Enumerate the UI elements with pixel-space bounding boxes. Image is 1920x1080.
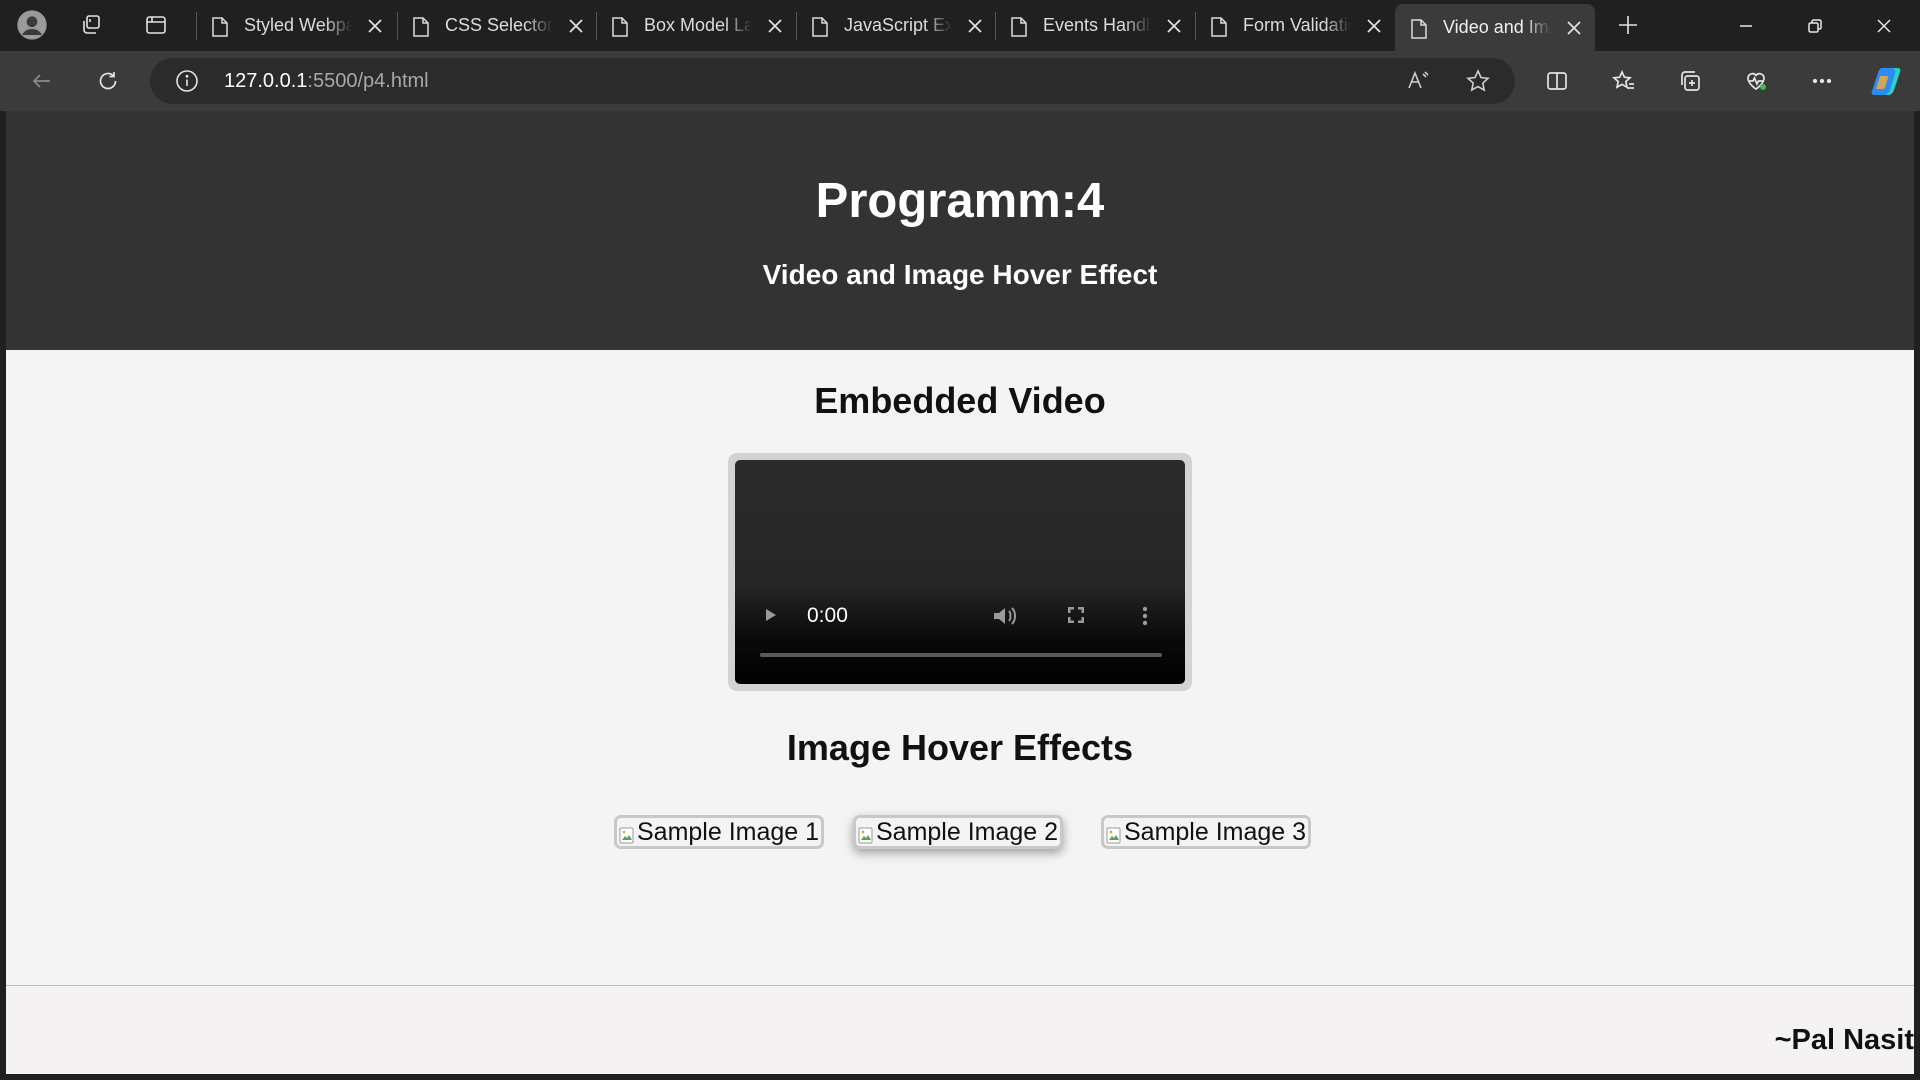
- refresh-icon[interactable]: [91, 64, 125, 98]
- page-subtitle: Video and Image Hover Effect: [762, 259, 1158, 290]
- tab-css-selectors[interactable]: CSS Selectors: [397, 4, 587, 47]
- sample-image-2[interactable]: Sample Image 2: [853, 815, 1064, 849]
- video-section-heading: Embedded Video: [814, 380, 1106, 421]
- new-tab-icon[interactable]: [1612, 9, 1644, 41]
- tab-title: JavaScript Examples: [844, 15, 952, 35]
- image-alt-text: Sample Image 2: [876, 817, 1059, 846]
- close-icon[interactable]: [964, 15, 986, 37]
- workspaces-icon[interactable]: [76, 9, 108, 41]
- image-alt-text: Sample Image 1: [637, 817, 820, 846]
- page-viewport: Programm:4 Video and Image Hover Effect …: [6, 111, 1914, 1074]
- profile-avatar-icon[interactable]: [16, 9, 48, 41]
- close-window-icon[interactable]: [1852, 0, 1916, 51]
- tab-javascript-examples[interactable]: JavaScript Examples: [796, 4, 986, 47]
- page-footer: ~Pal Nasit: [6, 985, 1914, 1074]
- back-icon[interactable]: [25, 64, 59, 98]
- tab-actions-icon[interactable]: [140, 9, 172, 41]
- window-edge: [1914, 111, 1920, 1080]
- close-icon[interactable]: [1163, 15, 1185, 37]
- page-icon: [1409, 18, 1429, 39]
- page-icon: [810, 16, 830, 37]
- tab-title: Box Model Layout: [644, 15, 752, 35]
- tab-styled-webpage[interactable]: Styled Webpage: [196, 4, 386, 47]
- volume-icon[interactable]: [991, 604, 1019, 628]
- tab-video-and-image[interactable]: Video and Image: [1395, 4, 1595, 51]
- page-icon: [210, 16, 230, 37]
- tab-bar: Styled Webpage CSS Selectors Box Model L…: [0, 0, 1920, 51]
- collections-icon[interactable]: [1673, 64, 1707, 98]
- restore-icon[interactable]: [1783, 0, 1847, 51]
- close-icon[interactable]: [764, 15, 786, 37]
- video-time: 0:00: [807, 604, 848, 627]
- fullscreen-icon[interactable]: [1065, 604, 1087, 626]
- sample-image-3[interactable]: Sample Image 3: [1101, 815, 1312, 849]
- broken-image-icon: [619, 823, 635, 844]
- tab-form-validation[interactable]: Form Validation: [1195, 4, 1385, 47]
- page-icon: [411, 16, 431, 37]
- browser-essentials-icon[interactable]: [1739, 64, 1773, 98]
- close-icon[interactable]: [565, 15, 587, 37]
- more-options-icon[interactable]: [1805, 64, 1839, 98]
- page-header: Programm:4 Video and Image Hover Effect: [6, 111, 1914, 350]
- copilot-icon[interactable]: [1868, 62, 1906, 100]
- video-more-options-icon[interactable]: [1137, 604, 1153, 628]
- page-title: Programm:4: [815, 174, 1105, 228]
- browser-toolbar: 127.0.0.1:5500/p4.html: [0, 51, 1920, 111]
- close-icon[interactable]: [364, 15, 386, 37]
- favorites-icon[interactable]: [1607, 64, 1641, 98]
- url-host: 127.0.0.1: [224, 70, 308, 92]
- play-icon[interactable]: [759, 604, 781, 626]
- image-alt-text: Sample Image 3: [1124, 817, 1307, 846]
- page-icon: [610, 16, 630, 37]
- close-icon[interactable]: [1363, 15, 1385, 37]
- tab-title: CSS Selectors: [445, 15, 553, 35]
- sample-image-1[interactable]: Sample Image 1: [614, 815, 825, 849]
- close-icon[interactable]: [1563, 17, 1585, 39]
- address-bar[interactable]: 127.0.0.1:5500/p4.html: [150, 58, 1515, 104]
- page-icon: [1009, 16, 1029, 37]
- images-section-heading: Image Hover Effects: [786, 727, 1134, 768]
- favorite-star-icon[interactable]: [1465, 68, 1491, 94]
- footer-author: ~Pal Nasit: [1774, 1024, 1914, 1056]
- tab-title: Form Validation: [1243, 15, 1351, 35]
- minimize-icon[interactable]: [1714, 0, 1778, 51]
- broken-image-icon: [858, 823, 874, 844]
- url-text[interactable]: 127.0.0.1:5500/p4.html: [224, 70, 429, 93]
- tab-title: Styled Webpage: [244, 15, 352, 35]
- tab-title: Events Handling: [1043, 15, 1151, 35]
- tab-events-handling[interactable]: Events Handling: [995, 4, 1185, 47]
- split-screen-icon[interactable]: [1540, 64, 1574, 98]
- tab-box-model[interactable]: Box Model Layout: [596, 4, 786, 47]
- broken-image-icon: [1106, 823, 1122, 844]
- video-player[interactable]: 0:00: [735, 460, 1185, 684]
- video-progress-track[interactable]: [760, 653, 1162, 657]
- tab-title: Video and Image: [1443, 17, 1551, 37]
- read-aloud-icon[interactable]: [1405, 68, 1431, 94]
- video-frame: 0:00: [728, 453, 1192, 691]
- url-path: :5500/p4.html: [307, 70, 429, 92]
- site-info-icon[interactable]: [175, 69, 199, 93]
- page-icon: [1209, 16, 1229, 37]
